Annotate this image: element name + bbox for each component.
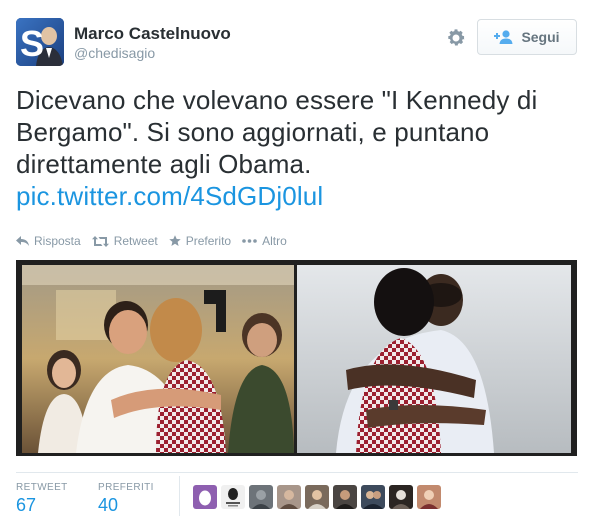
favoriter-avatar-egg[interactable]: [193, 485, 217, 509]
tweet-media-link[interactable]: pic.twitter.com/4SdGDj0lul: [16, 181, 323, 211]
favoriter-avatar[interactable]: [333, 485, 357, 509]
reply-label: Risposta: [34, 234, 81, 248]
favoriters-list: [193, 485, 441, 509]
stats-separator: [179, 476, 180, 516]
tweet-header: S Marco Castelnuovo @chedisagio Segui: [16, 18, 578, 68]
retweet-label: Retweet: [113, 234, 158, 248]
favorites-stat[interactable]: PREFERITI 40: [98, 476, 180, 516]
follow-button[interactable]: Segui: [477, 19, 577, 55]
favorites-stat-label: PREFERITI: [98, 482, 154, 493]
left-photo-panel: [22, 265, 294, 453]
favoriter-avatar[interactable]: [249, 485, 273, 509]
more-label: Altro: [262, 234, 287, 248]
tweet-body: Dicevano che volevano essere "I Kennedy …: [16, 85, 538, 179]
gear-icon[interactable]: [445, 27, 467, 49]
tweet-text: Dicevano che volevano essere "I Kennedy …: [16, 84, 582, 212]
retweet-stat-label: RETWEET: [16, 482, 68, 493]
more-dots-icon: [242, 239, 262, 243]
tweet-stats: RETWEET 67 PREFERITI 40: [16, 476, 180, 516]
tweet-photo[interactable]: [16, 260, 577, 456]
favoriter-avatar[interactable]: [361, 485, 385, 509]
author-fullname[interactable]: Marco Castelnuovo: [74, 24, 231, 44]
author-avatar[interactable]: S: [16, 18, 64, 66]
star-icon: [169, 235, 186, 247]
favoriter-avatar[interactable]: [277, 485, 301, 509]
retweet-stat[interactable]: RETWEET 67: [16, 476, 98, 516]
right-photo-panel: [297, 265, 571, 453]
favoriter-avatar[interactable]: [305, 485, 329, 509]
favoriter-avatar[interactable]: [389, 485, 413, 509]
reply-action[interactable]: Risposta: [16, 234, 81, 248]
author-handle[interactable]: @chedisagio: [74, 44, 231, 62]
reply-icon: [16, 235, 34, 247]
retweet-icon: [91, 235, 114, 247]
follow-button-label: Segui: [521, 29, 560, 45]
favoriter-avatar[interactable]: [221, 485, 245, 509]
stats-divider: [16, 472, 578, 473]
add-user-icon: [494, 30, 514, 44]
favorite-label: Preferito: [185, 234, 232, 248]
favorites-count: 40: [98, 495, 119, 515]
more-action[interactable]: Altro: [242, 234, 287, 248]
avatar-letter: S: [20, 23, 44, 64]
retweet-action[interactable]: Retweet: [91, 234, 158, 248]
favorite-action[interactable]: Preferito: [169, 234, 231, 248]
tweet-actions: Risposta Retweet Preferito Altro: [16, 233, 298, 249]
author-names: Marco Castelnuovo @chedisagio: [74, 24, 231, 62]
favoriter-avatar[interactable]: [417, 485, 441, 509]
retweet-count: 67: [16, 495, 37, 515]
